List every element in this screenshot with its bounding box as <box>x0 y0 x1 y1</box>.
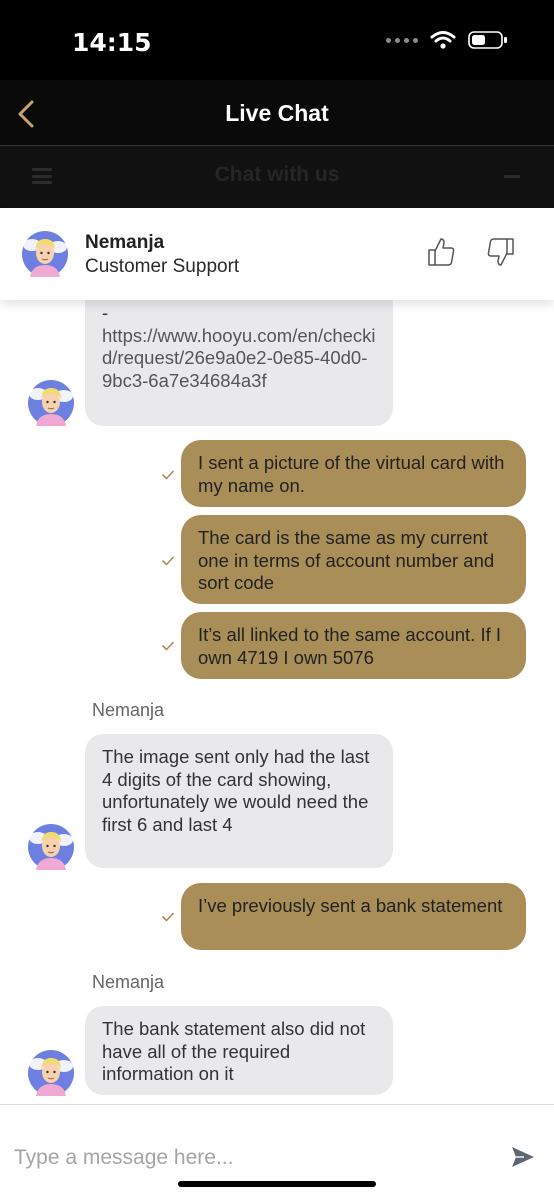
incoming-message: The image sent only had the last 4 digit… <box>85 734 393 868</box>
thumbs-up-icon <box>428 238 455 266</box>
check-icon <box>162 641 174 651</box>
agent-avatar <box>28 1050 74 1096</box>
subbar-title: Chat with us <box>214 163 340 186</box>
sender-name: Nemanja <box>92 972 165 992</box>
send-button[interactable] <box>510 1145 536 1169</box>
battery-icon <box>468 31 507 49</box>
agent-avatar <box>28 824 74 870</box>
outgoing-message: I’ve previously sent a bank statement <box>181 883 526 950</box>
nav-bar: Live Chat <box>0 80 554 146</box>
message-line: - <box>102 302 109 323</box>
message-list[interactable]: - https://www.hooyu.com/en/checkid/reque… <box>0 300 554 1104</box>
agent-role: Customer Support <box>85 256 240 277</box>
incoming-message: The bank statement also did not have all… <box>85 1006 393 1095</box>
send-icon <box>512 1147 534 1167</box>
agent-avatar <box>22 231 68 277</box>
check-icon <box>162 912 174 922</box>
message-input[interactable] <box>14 1141 484 1175</box>
home-indicator <box>178 1181 376 1187</box>
outgoing-message: The card is the same as my current one i… <box>181 515 526 604</box>
check-icon <box>162 470 174 480</box>
agent-header: Nemanja Customer Support <box>0 208 554 300</box>
check-icon <box>162 556 174 566</box>
page-title: Live Chat <box>225 100 329 126</box>
sender-name: Nemanja <box>92 700 165 720</box>
status-time: 14:15 <box>72 28 152 57</box>
wifi-icon <box>430 31 456 49</box>
chat-subbar: Chat with us <box>0 146 554 208</box>
minimize-icon[interactable] <box>504 175 520 178</box>
outgoing-message: It’s all linked to the same account. If … <box>181 612 526 679</box>
thumbs-up-button[interactable] <box>426 236 456 268</box>
message-link[interactable]: https://www.hooyu.com/en/checkid/request… <box>102 325 376 393</box>
incoming-message: - https://www.hooyu.com/en/checkid/reque… <box>85 300 393 426</box>
agent-avatar <box>28 380 74 426</box>
thumbs-down-icon <box>487 238 514 266</box>
agent-name: Nemanja <box>85 232 165 253</box>
thumbs-down-button[interactable] <box>486 236 516 268</box>
signal-icon <box>386 37 418 43</box>
status-icons <box>386 30 508 50</box>
outgoing-message: I sent a picture of the virtual card wit… <box>181 440 526 507</box>
status-bar: 14:15 <box>0 0 554 80</box>
